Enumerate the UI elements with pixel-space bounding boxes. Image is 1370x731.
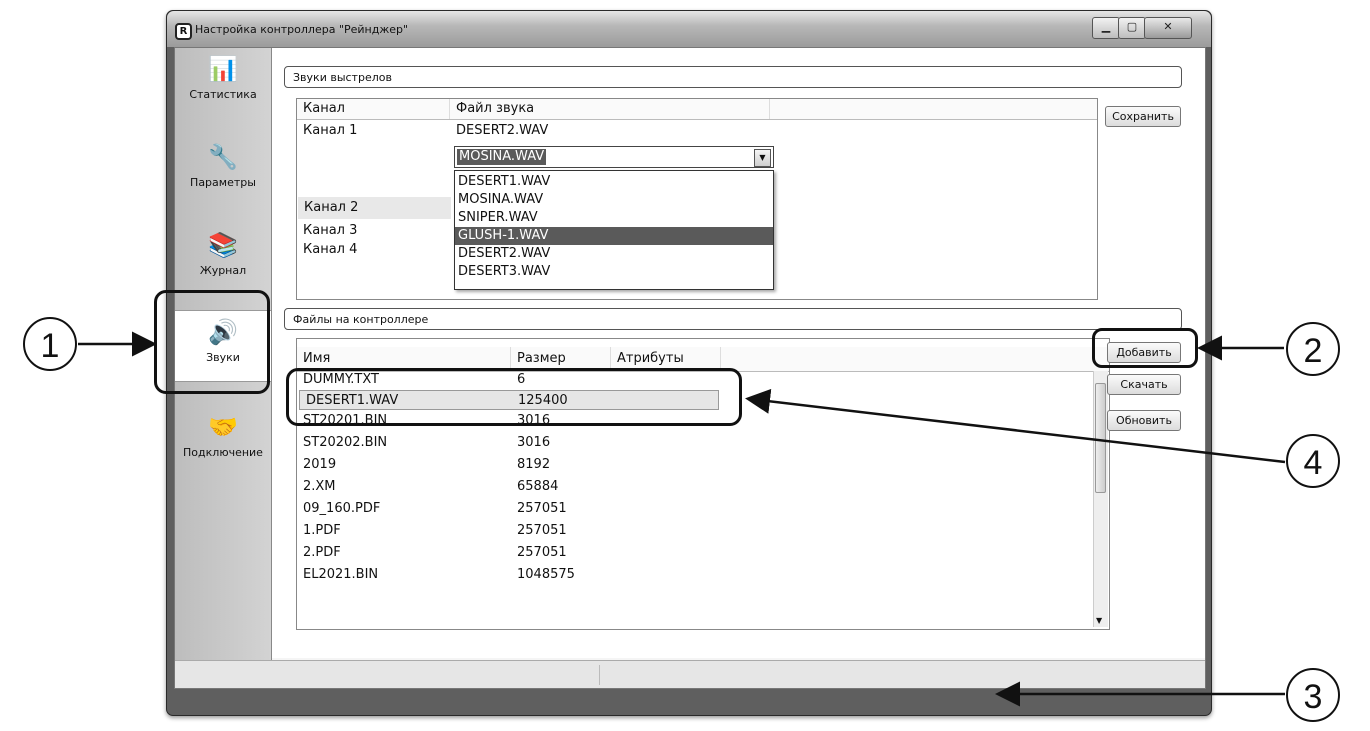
callout-4: 4 [1286, 434, 1340, 488]
callout-1: 1 [23, 317, 77, 371]
callout-arrows [78, 331, 1286, 707]
callout-2: 2 [1286, 322, 1340, 376]
callout-3: 3 [1286, 668, 1340, 722]
arrow-4 [745, 388, 1286, 464]
